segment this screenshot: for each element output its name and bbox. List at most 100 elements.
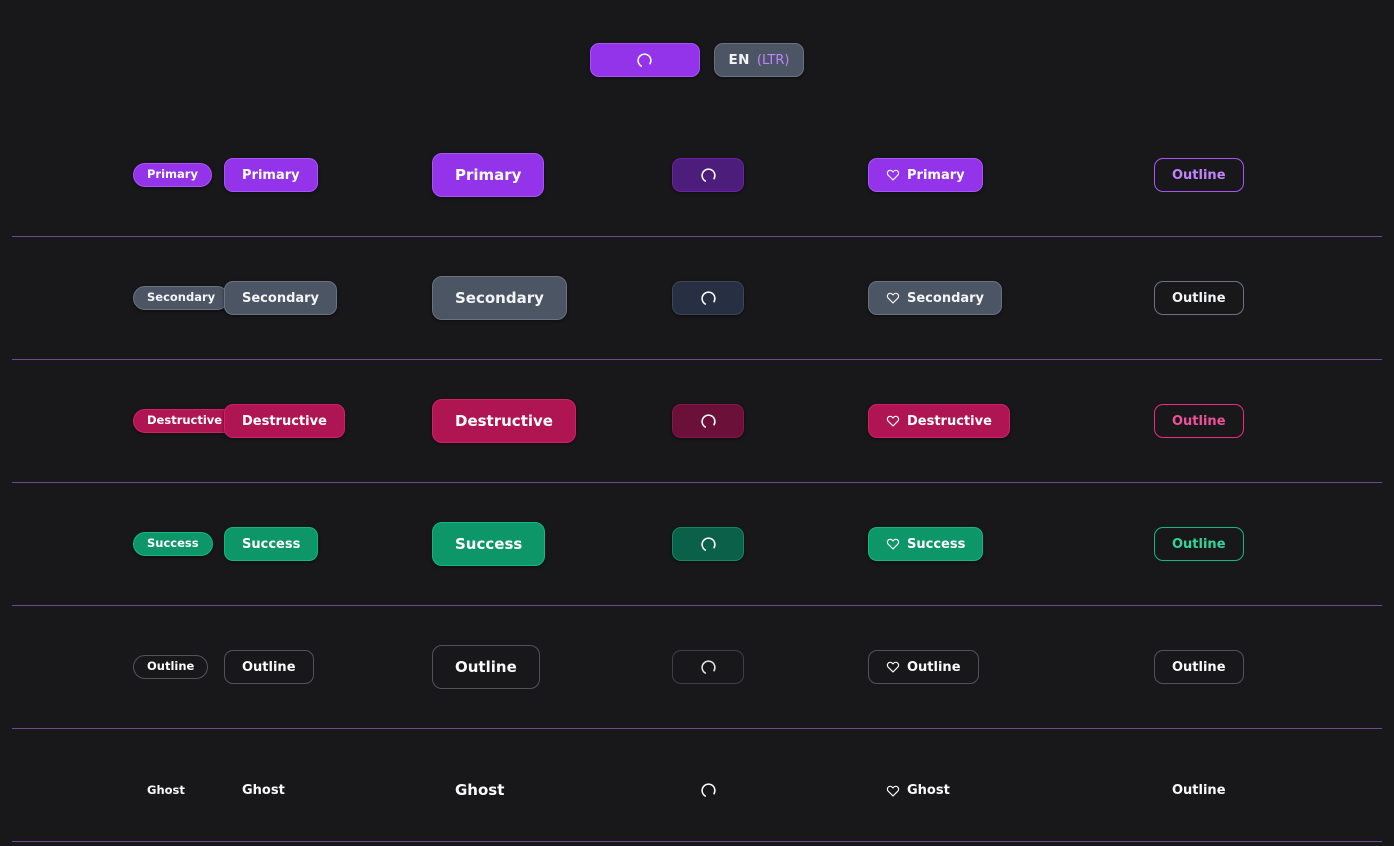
- cell-destructive-loading: [648, 360, 864, 482]
- button-ghost-small[interactable]: Ghost: [133, 779, 199, 803]
- cell-primary-outline: Outline: [1092, 114, 1332, 236]
- button-destructive-outline[interactable]: Outline: [1154, 404, 1244, 438]
- heart-icon: [886, 414, 900, 428]
- bottom-divider: [12, 841, 1382, 842]
- button-label: Success: [907, 538, 965, 551]
- heart-icon: [886, 537, 900, 551]
- button-outline-loading[interactable]: [672, 650, 744, 684]
- header-toolbar: EN (LTR): [0, 0, 1394, 114]
- cell-success-loading: [648, 483, 864, 605]
- button-destructive-with-icon[interactable]: Destructive: [868, 404, 1010, 438]
- button-primary-with-icon[interactable]: Primary: [868, 158, 983, 192]
- button-success-with-icon[interactable]: Success: [868, 527, 983, 561]
- variant-row-destructive: Destructive Destructive Destructive: [12, 360, 1382, 483]
- spinner-icon: [700, 536, 717, 553]
- heart-icon: [886, 291, 900, 305]
- button-primary-outline[interactable]: Outline: [1154, 158, 1244, 192]
- cell-secondary-with-icon: Secondary: [864, 237, 1092, 359]
- cell-primary-loading: [648, 114, 864, 236]
- cell-destructive-medium: Destructive: [224, 360, 432, 482]
- button-ghost-loading[interactable]: [672, 774, 744, 808]
- cell-destructive-outline: Outline: [1092, 360, 1332, 482]
- cell-outline-medium: Outline: [224, 606, 432, 728]
- variant-row-ghost: Ghost Ghost Ghost: [12, 729, 1382, 846]
- cell-ghost-large: Ghost: [432, 729, 648, 846]
- cell-success-medium: Success: [224, 483, 432, 605]
- cell-outline-loading: [648, 606, 864, 728]
- spinner-icon: [700, 290, 717, 307]
- spinner-icon: [700, 167, 717, 184]
- button-ghost-medium[interactable]: Ghost: [224, 774, 303, 808]
- cell-primary-medium: Primary: [224, 114, 432, 236]
- cell-outline-large: Outline: [432, 606, 648, 728]
- variant-row-primary: Primary Primary Primary: [12, 114, 1382, 237]
- cell-outline-outline: Outline: [1092, 606, 1332, 728]
- button-success-small[interactable]: Success: [133, 532, 213, 556]
- variant-row-secondary: Secondary Secondary Secondary: [12, 237, 1382, 360]
- button-label: Ghost: [907, 784, 950, 797]
- cell-secondary-outline: Outline: [1092, 237, 1332, 359]
- heart-icon: [886, 660, 900, 674]
- button-ghost-outline[interactable]: Outline: [1154, 774, 1244, 808]
- cell-outline-with-icon: Outline: [864, 606, 1092, 728]
- button-secondary-loading[interactable]: [672, 281, 744, 315]
- cell-success-large: Success: [432, 483, 648, 605]
- button-secondary-small[interactable]: Secondary: [133, 286, 229, 310]
- button-outline-large[interactable]: Outline: [432, 645, 540, 689]
- cell-secondary-large: Secondary: [432, 237, 648, 359]
- cell-secondary-small: Secondary: [12, 237, 224, 359]
- button-secondary-medium[interactable]: Secondary: [224, 281, 337, 315]
- button-success-loading[interactable]: [672, 527, 744, 561]
- button-outline-medium[interactable]: Outline: [224, 650, 314, 684]
- cell-outline-small: Outline: [12, 606, 224, 728]
- button-ghost-with-icon[interactable]: Ghost: [868, 774, 968, 808]
- button-secondary-with-icon[interactable]: Secondary: [868, 281, 1002, 315]
- spinner-icon: [700, 413, 717, 430]
- button-label: Secondary: [907, 292, 984, 305]
- variant-row-success: Success Success Success: [12, 483, 1382, 606]
- locale-toggle-button[interactable]: EN (LTR): [714, 43, 805, 77]
- variant-row-outline: Outline Outline Outline: [12, 606, 1382, 729]
- cell-secondary-loading: [648, 237, 864, 359]
- cell-ghost-medium: Ghost: [224, 729, 432, 846]
- spinner-icon: [700, 782, 717, 799]
- button-label: Destructive: [907, 415, 992, 428]
- cell-ghost-outline: Outline: [1092, 729, 1332, 846]
- heart-icon: [886, 784, 900, 798]
- button-label: Outline: [907, 661, 961, 674]
- button-destructive-loading[interactable]: [672, 404, 744, 438]
- button-success-outline[interactable]: Outline: [1154, 527, 1244, 561]
- cell-destructive-large: Destructive: [432, 360, 648, 482]
- button-destructive-large[interactable]: Destructive: [432, 399, 576, 443]
- button-primary-small[interactable]: Primary: [133, 163, 212, 187]
- spinner-icon: [700, 659, 717, 676]
- heart-icon: [886, 168, 900, 182]
- cell-destructive-with-icon: Destructive: [864, 360, 1092, 482]
- cell-success-outline: Outline: [1092, 483, 1332, 605]
- button-outline-outline[interactable]: Outline: [1154, 650, 1244, 684]
- button-label: Primary: [907, 169, 965, 182]
- header-loading-button[interactable]: [590, 43, 700, 77]
- locale-direction-label: (LTR): [757, 53, 790, 68]
- locale-code-label: EN: [729, 52, 750, 68]
- button-primary-medium[interactable]: Primary: [224, 158, 318, 192]
- button-success-medium[interactable]: Success: [224, 527, 318, 561]
- button-outline-small[interactable]: Outline: [133, 655, 208, 679]
- cell-ghost-small: Ghost: [12, 729, 224, 846]
- cell-ghost-with-icon: Ghost: [864, 729, 1092, 846]
- button-success-large[interactable]: Success: [432, 522, 545, 566]
- cell-success-with-icon: Success: [864, 483, 1092, 605]
- button-primary-large[interactable]: Primary: [432, 153, 544, 197]
- cell-destructive-small: Destructive: [12, 360, 224, 482]
- button-secondary-large[interactable]: Secondary: [432, 276, 567, 320]
- button-variants-grid: Primary Primary Primary: [0, 114, 1394, 846]
- button-secondary-outline[interactable]: Outline: [1154, 281, 1244, 315]
- button-outline-with-icon[interactable]: Outline: [868, 650, 979, 684]
- button-ghost-large[interactable]: Ghost: [432, 769, 527, 813]
- button-destructive-small[interactable]: Destructive: [133, 409, 236, 433]
- cell-secondary-medium: Secondary: [224, 237, 432, 359]
- cell-primary-with-icon: Primary: [864, 114, 1092, 236]
- button-destructive-medium[interactable]: Destructive: [224, 404, 345, 438]
- cell-ghost-loading: [648, 729, 864, 846]
- button-primary-loading[interactable]: [672, 158, 744, 192]
